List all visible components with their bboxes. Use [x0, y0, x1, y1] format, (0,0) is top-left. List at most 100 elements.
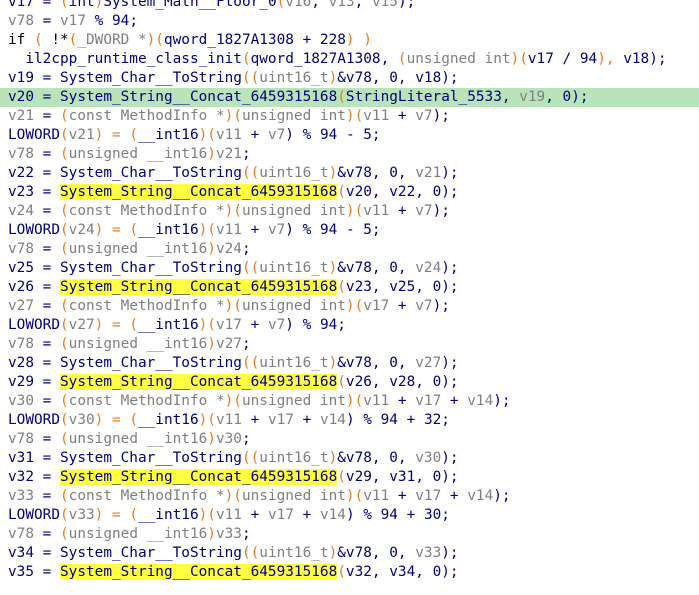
- code-token: (: [337, 374, 346, 390]
- highlighted-identifier: System_String__Concat_6459315168: [60, 469, 338, 485]
- code-token: v17: [215, 317, 242, 333]
- code-line[interactable]: LOWORD(v21) = (__int16)(v11 + v7) % 94 -…: [0, 126, 699, 145]
- code-line[interactable]: v25 = System_Char__ToString((uint16_t)&v…: [0, 259, 699, 278]
- code-token: ,: [371, 184, 390, 200]
- code-token: v23: [345, 279, 372, 295]
- code-line[interactable]: v27 = (const MethodInfo *)(unsigned int)…: [0, 297, 699, 316]
- code-token: );: [441, 450, 459, 466]
- code-token: (: [129, 507, 138, 523]
- code-token: ) % 94 + 32;: [345, 412, 450, 428]
- code-token: v22: [389, 184, 416, 200]
- code-token: ) =: [94, 507, 130, 523]
- code-token: v14: [319, 507, 346, 523]
- code-line[interactable]: v33 = (const MethodInfo *)(unsigned int)…: [0, 487, 699, 506]
- code-token: =: [34, 0, 60, 10]
- code-token: (: [60, 431, 69, 447]
- code-token: uint16_t: [259, 165, 329, 181]
- code-token: =: [34, 260, 60, 276]
- code-token: v27: [215, 336, 242, 352]
- code-line[interactable]: LOWORD(v27) = (__int16)(v17 + v7) % 94;: [0, 316, 699, 335]
- code-token: (: [241, 51, 251, 67]
- code-token: ): [207, 241, 216, 257]
- code-token: ) =: [94, 412, 130, 428]
- code-token: v78: [8, 13, 34, 29]
- code-token: const MethodInfo *: [68, 488, 225, 504]
- code-token: ;: [241, 241, 251, 257]
- code-line[interactable]: LOWORD(v30) = (__int16)(v11 + v17 + v14)…: [0, 411, 699, 430]
- code-line[interactable]: v30 = (const MethodInfo *)(unsigned int)…: [0, 392, 699, 411]
- code-line[interactable]: v35 = System_String__Concat_6459315168(v…: [0, 563, 699, 582]
- code-line[interactable]: v78 = (unsigned __int16)v30;: [0, 430, 699, 449]
- code-line[interactable]: v29 = System_String__Concat_6459315168(v…: [0, 373, 699, 392]
- code-line[interactable]: v21 = (const MethodInfo *)(unsigned int)…: [0, 107, 699, 126]
- code-token: v26: [345, 374, 372, 390]
- code-token: , 0,: [371, 165, 416, 181]
- code-token: (: [59, 127, 69, 143]
- code-line[interactable]: v78 = (unsigned __int16)v21;: [0, 145, 699, 164]
- code-line[interactable]: v78 = (unsigned __int16)v33;: [0, 525, 699, 544]
- code-token: &v78: [337, 70, 372, 86]
- code-token: &v78: [337, 450, 372, 466]
- code-line-current[interactable]: v20 = System_String__Concat_6459315168(S…: [0, 88, 699, 107]
- code-line[interactable]: v32 = System_String__Concat_6459315168(v…: [0, 468, 699, 487]
- code-token: !*: [51, 32, 69, 48]
- code-line[interactable]: v78 = (unsigned __int16)v27;: [0, 335, 699, 354]
- code-line[interactable]: v23 = System_String__Concat_6459315168(v…: [0, 183, 699, 202]
- code-line[interactable]: LOWORD(v33) = (__int16)(v11 + v17 + v14)…: [0, 506, 699, 525]
- code-token: , 0,: [371, 260, 416, 276]
- code-token: ((: [241, 450, 260, 466]
- code-token: v7: [415, 108, 433, 124]
- code-token: ): [207, 526, 216, 542]
- code-token: v29: [8, 374, 34, 390]
- code-token: v35: [8, 564, 34, 580]
- code-line[interactable]: v28 = System_Char__ToString((uint16_t)&v…: [0, 354, 699, 373]
- code-token: v34: [8, 545, 34, 561]
- code-token: v19: [519, 89, 546, 105]
- code-line[interactable]: il2cpp_runtime_class_init(qword_1827A130…: [0, 50, 699, 69]
- code-token: v11: [363, 108, 390, 124]
- code-line[interactable]: v19 = System_Char__ToString((uint16_t)&v…: [0, 69, 699, 88]
- code-token: );: [441, 165, 459, 181]
- code-token: =: [34, 13, 60, 29]
- code-token: v11: [215, 412, 242, 428]
- code-token: v7: [267, 222, 286, 238]
- code-token: v14: [467, 488, 494, 504]
- code-token: % 94;: [86, 13, 138, 29]
- code-token: v21: [215, 146, 242, 162]
- code-token: uint16_t: [259, 70, 329, 86]
- code-token: ;: [241, 526, 251, 542]
- code-token: v23: [8, 184, 34, 200]
- code-line[interactable]: v34 = System_Char__ToString((uint16_t)&v…: [0, 544, 699, 563]
- code-token: =: [34, 241, 60, 257]
- code-token: =: [34, 203, 60, 219]
- code-line[interactable]: v78 = (unsigned __int16)v24;: [0, 240, 699, 259]
- pseudocode-editor[interactable]: v17 = (int)System_Math__Floor_0(v16, v13…: [0, 0, 699, 582]
- code-token: );: [441, 260, 459, 276]
- code-token: LOWORD: [8, 412, 60, 428]
- code-token: v14: [319, 412, 346, 428]
- code-line[interactable]: if ( !*(_DWORD *)(qword_1827A1308 + 228)…: [0, 31, 699, 50]
- code-line[interactable]: v26 = System_String__Concat_6459315168(v…: [0, 278, 699, 297]
- code-token: const MethodInfo *: [68, 393, 225, 409]
- code-token: v26: [8, 279, 34, 295]
- code-token: , 0);: [415, 564, 459, 580]
- code-token: System_Char__ToString: [60, 355, 242, 371]
- code-line[interactable]: v78 = v17 % 94;: [0, 12, 699, 31]
- code-token: +: [441, 393, 468, 409]
- code-token: v30: [215, 431, 242, 447]
- code-token: v7: [415, 298, 433, 314]
- code-line[interactable]: LOWORD(v24) = (__int16)(v11 + v7) % 94 -…: [0, 221, 699, 240]
- code-token: &v78: [337, 165, 372, 181]
- code-token: unsigned int: [241, 203, 346, 219]
- code-token: v11: [215, 222, 242, 238]
- highlighted-identifier: System_String__Concat_6459315168: [60, 184, 338, 200]
- code-line[interactable]: v31 = System_Char__ToString((uint16_t)&v…: [0, 449, 699, 468]
- code-token: =: [34, 89, 60, 105]
- code-line[interactable]: v17 = (int)System_Math__Floor_0(v16, v13…: [0, 0, 699, 12]
- code-line[interactable]: v22 = System_Char__ToString((uint16_t)&v…: [0, 164, 699, 183]
- code-line[interactable]: v24 = (const MethodInfo *)(unsigned int)…: [0, 202, 699, 221]
- code-token: )(: [198, 317, 216, 333]
- code-token: v20: [8, 89, 34, 105]
- highlighted-identifier: System_String__Concat_6459315168: [60, 564, 338, 580]
- code-token: ) % 94 - 5;: [285, 127, 381, 143]
